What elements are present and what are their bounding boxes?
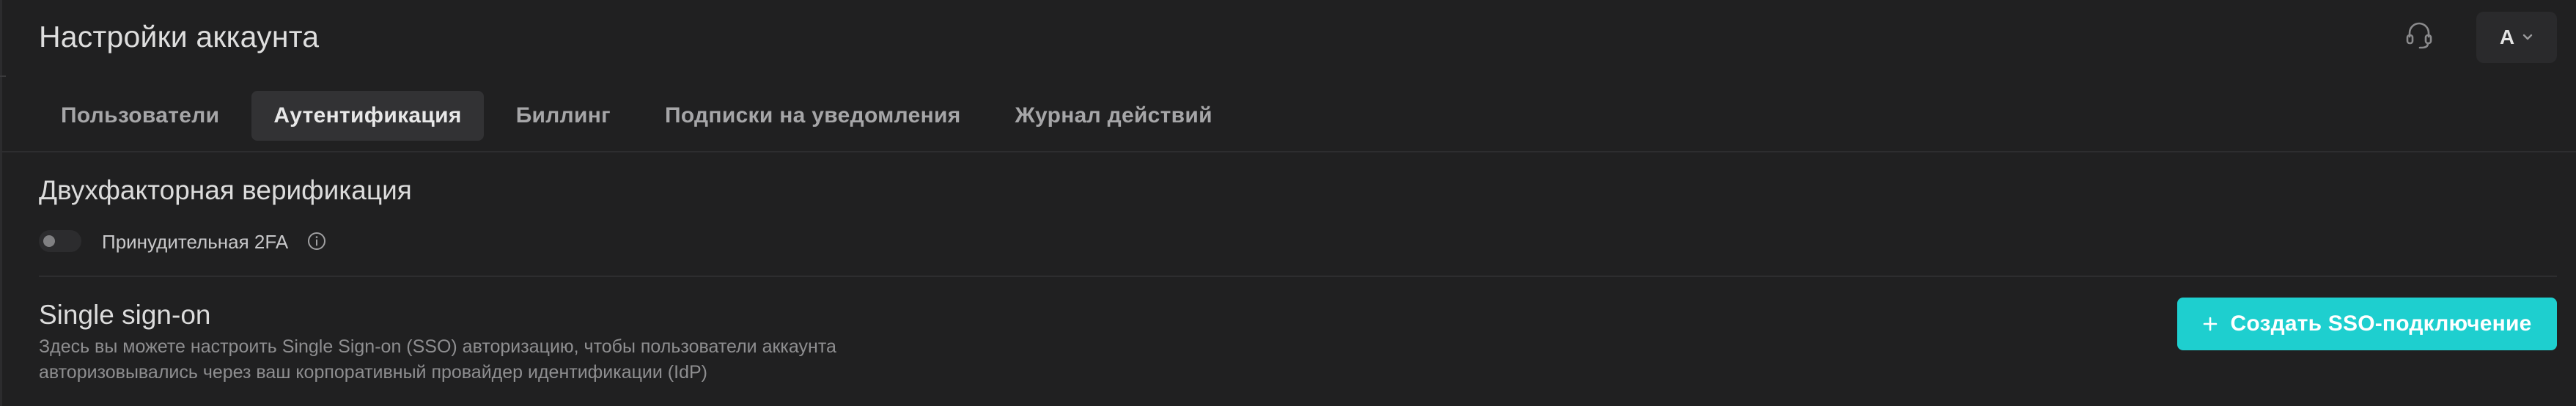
force-2fa-toggle[interactable] — [39, 230, 81, 252]
tab-billing[interactable]: Биллинг — [494, 91, 633, 141]
force-2fa-label: Принудительная 2FA — [102, 231, 289, 253]
info-icon[interactable] — [306, 231, 327, 251]
create-sso-connection-button[interactable]: Создать SSO-подключение — [2177, 298, 2557, 350]
tabs-divider — [0, 151, 2576, 152]
avatar-initial: A — [2499, 26, 2515, 48]
left-edge-mark — [0, 75, 6, 77]
two-factor-title: Двухфакторная верификация — [39, 175, 412, 205]
toggle-knob — [43, 235, 55, 247]
tab-authentication[interactable]: Аутентификация — [251, 91, 484, 141]
sso-description-line-1: Здесь вы можете настроить Single Sign-on… — [39, 336, 836, 357]
support-button[interactable] — [2402, 18, 2437, 56]
settings-tabs: Пользователи Аутентификация Биллинг Подп… — [39, 91, 1245, 141]
tab-notification-subscriptions[interactable]: Подписки на уведомления — [643, 91, 983, 141]
create-sso-button-label: Создать SSO-подключение — [2230, 311, 2532, 336]
plus-icon — [2202, 316, 2218, 332]
sso-title: Single sign-on — [39, 300, 211, 330]
tab-activity-log[interactable]: Журнал действий — [993, 91, 1234, 141]
page-title: Настройки аккаунта — [39, 20, 320, 53]
headset-icon — [2404, 19, 2434, 55]
sso-description-line-2: авторизовывались через ваш корпоративный… — [39, 362, 707, 383]
left-edge-border — [0, 0, 2, 406]
section-divider — [39, 276, 2557, 277]
account-menu-button[interactable]: A — [2476, 12, 2557, 63]
chevron-down-icon — [2522, 33, 2533, 42]
account-settings-page: Настройки аккаунта A Пользователи Аутент… — [0, 0, 2576, 406]
tab-users[interactable]: Пользователи — [39, 91, 241, 141]
sso-description: Здесь вы можете настроить Single Sign-on… — [39, 334, 992, 385]
